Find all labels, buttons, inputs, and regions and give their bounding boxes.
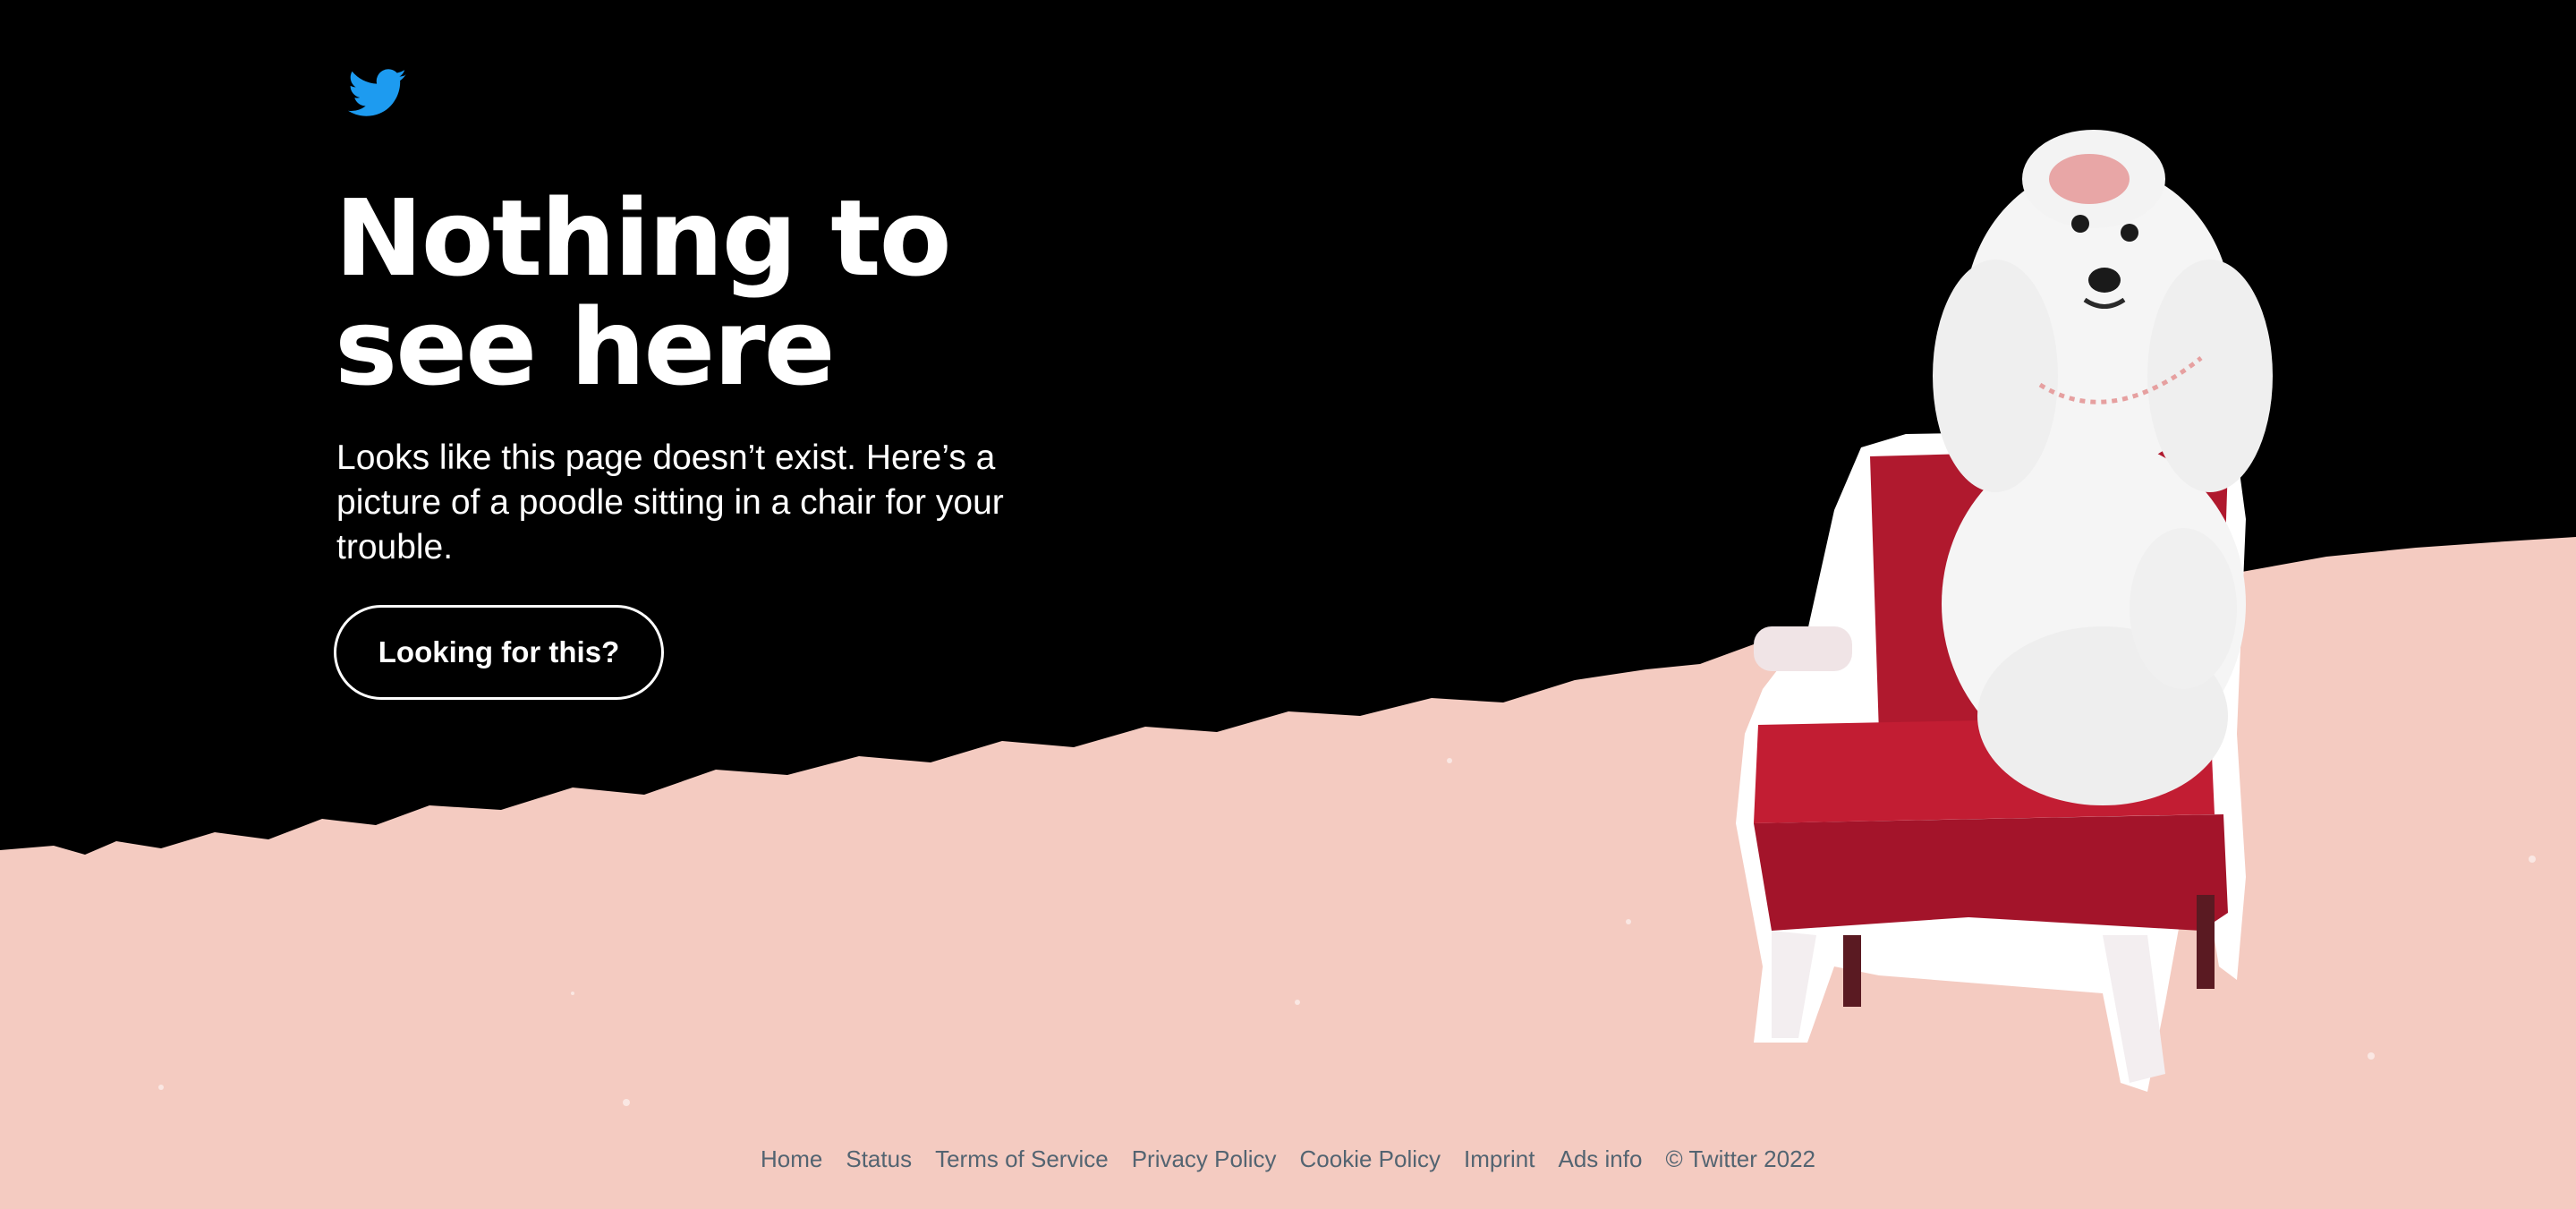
footer-copyright: © Twitter 2022 bbox=[1665, 1145, 1815, 1172]
footer-link-privacy-policy[interactable]: Privacy Policy bbox=[1132, 1145, 1277, 1173]
page-title-line-2: see here bbox=[335, 285, 836, 409]
footer-nav: Home Status Terms of Service Privacy Pol… bbox=[0, 1145, 2576, 1173]
page-description: Looks like this page doesn’t exist. Here… bbox=[336, 438, 1004, 566]
poodle-in-chair-illustration bbox=[1736, 130, 2273, 1092]
twitter-bird-icon[interactable] bbox=[344, 63, 412, 122]
footer-link-imprint[interactable]: Imprint bbox=[1464, 1145, 1535, 1173]
footer-link-ads-info[interactable]: Ads info bbox=[1559, 1145, 1643, 1173]
looking-for-this-button[interactable]: Looking for this? bbox=[334, 605, 664, 700]
footer-link-home[interactable]: Home bbox=[761, 1145, 822, 1173]
footer-link-cookie-policy[interactable]: Cookie Policy bbox=[1300, 1145, 1441, 1173]
footer-link-status[interactable]: Status bbox=[846, 1145, 912, 1173]
page-title: Nothing to see here bbox=[335, 183, 1140, 402]
page-title-line-1: Nothing to bbox=[335, 176, 952, 300]
error-page: Nothing to see here Looks like this page… bbox=[0, 0, 2576, 1209]
footer-link-terms-of-service[interactable]: Terms of Service bbox=[935, 1145, 1109, 1173]
